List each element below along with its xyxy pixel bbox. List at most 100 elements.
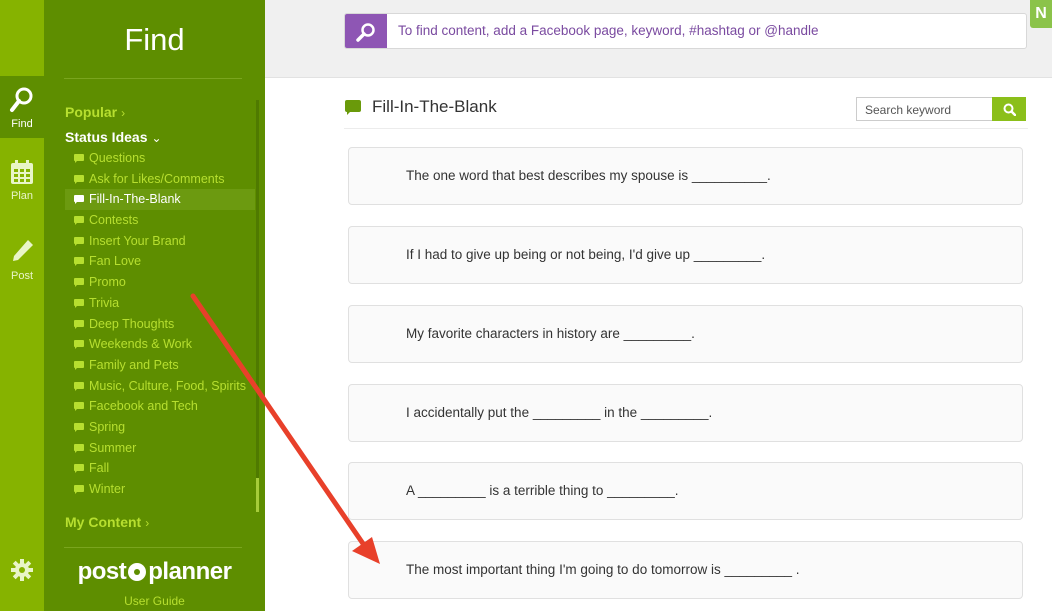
content-card[interactable]: A _________ is a terrible thing to _____… (348, 462, 1023, 520)
page-title: Fill-In-The-Blank (372, 97, 497, 116)
content-card[interactable]: The one word that best describes my spou… (348, 147, 1023, 205)
corner-tab[interactable]: N (1030, 0, 1052, 28)
speech-bubble-icon (74, 402, 84, 412)
sidebar-item-label: Family and Pets (89, 357, 179, 372)
rail-find-label: Find (11, 118, 33, 130)
sidebar-item-winter[interactable]: Winter (65, 479, 255, 500)
speech-bubble-icon (74, 257, 84, 267)
speech-bubble-icon (74, 174, 84, 184)
sidebar-divider (64, 547, 242, 548)
sidebar-item-label: Promo (89, 275, 126, 290)
sidebar-item-ask-for-likes[interactable]: Ask for Likes/Comments (65, 169, 255, 190)
speech-bubble-icon (74, 422, 84, 432)
sidebar-item-family-pets[interactable]: Family and Pets (65, 355, 255, 376)
sidebar-item-label: Weekends & Work (89, 337, 193, 352)
content-search-button[interactable] (345, 14, 387, 48)
content-search-input[interactable]: To find content, add a Facebook page, ke… (398, 23, 818, 38)
sidebar-item-promo[interactable]: Promo (65, 272, 255, 293)
sidebar-item-label: Deep Thoughts (89, 316, 175, 331)
calendar-icon (11, 160, 33, 184)
sidebar-scrollbar[interactable] (256, 100, 259, 512)
sidebar-item-insert-your-brand[interactable]: Insert Your Brand (65, 231, 255, 252)
pencil-icon (13, 240, 33, 261)
content-card[interactable]: The most important thing I'm going to do… (348, 541, 1023, 599)
sidebar-item-label: Winter (89, 482, 126, 496)
speech-bubble-icon (74, 464, 84, 474)
sidebar-title: Find (124, 22, 185, 57)
rail-plan[interactable]: Plan (0, 160, 44, 216)
logo-text-right: planner (148, 558, 232, 585)
sidebar-status-ideas[interactable]: Status Ideas ⌄ (65, 129, 162, 145)
sidebar-item-summer[interactable]: Summer (65, 438, 255, 459)
rail-settings[interactable] (0, 558, 44, 588)
sidebar-item-label: Insert Your Brand (89, 233, 186, 248)
sidebar-item-fan-love[interactable]: Fan Love (65, 251, 255, 272)
content-card-text: The most important thing I'm going to do… (406, 562, 800, 577)
sidebar-item-music-culture[interactable]: Music, Culture, Food, Spirits (65, 376, 255, 397)
sidebar-status-ideas-label: Status Ideas (65, 129, 148, 145)
status-ideas-list: Questions Ask for Likes/Comments Fill-In… (65, 148, 255, 500)
speech-bubble-icon (74, 154, 84, 163)
speech-bubble-icon (74, 360, 84, 370)
keyword-search-button[interactable] (992, 97, 1026, 121)
sidebar-item-fall[interactable]: Fall (65, 458, 255, 479)
sidebar-popular-label: Popular (65, 104, 118, 120)
content-search-box[interactable]: To find content, add a Facebook page, ke… (344, 13, 1027, 49)
content-card[interactable]: If I had to give up being or not being, … (348, 226, 1023, 284)
speech-bubble-icon (74, 298, 84, 308)
sidebar-item-label: Ask for Likes/Comments (89, 171, 225, 186)
sidebar-item-weekends-work[interactable]: Weekends & Work (65, 334, 255, 355)
speech-bubble-icon (345, 100, 361, 115)
sidebar-item-contests[interactable]: Contests (65, 210, 255, 231)
search-icon (1003, 103, 1016, 116)
content-card-text: I accidentally put the _________ in the … (406, 405, 713, 420)
sidebar-item-label: Contests (89, 213, 139, 228)
sidebar-item-questions[interactable]: Questions (65, 148, 255, 169)
sidebar-item-label: Spring (89, 419, 126, 434)
sidebar-item-trivia[interactable]: Trivia (65, 293, 255, 314)
keyword-search[interactable]: Search keyword (856, 97, 1026, 121)
content-card[interactable]: My favorite characters in history are __… (348, 305, 1023, 363)
logo-text-left: post (77, 558, 127, 585)
speech-bubble-icon (74, 195, 84, 205)
sidebar-popular[interactable]: Popular › (65, 104, 125, 120)
rail-post-label: Post (10, 270, 33, 282)
sidebar-item-label: Music, Culture, Food, Spirits (89, 378, 246, 393)
sidebar-my-content[interactable]: My Content › (65, 514, 149, 530)
chevron-right-icon: › (145, 516, 150, 530)
speech-bubble-icon (74, 443, 84, 453)
sidebar-item-label: Fill-In-The-Blank (89, 192, 181, 207)
user-guide-link[interactable]: User Guide (44, 594, 265, 608)
content-card-text: My favorite characters in history are __… (406, 326, 695, 341)
sidebar-item-spring[interactable]: Spring (65, 417, 255, 438)
sidebar-item-deep-thoughts[interactable]: Deep Thoughts (65, 314, 255, 335)
keyword-search-input[interactable]: Search keyword (865, 103, 951, 117)
chevron-right-icon: › (121, 106, 126, 120)
speech-bubble-icon (74, 340, 84, 350)
sidebar-item-label: Facebook and Tech (89, 399, 198, 414)
content-card-text: A _________ is a terrible thing to _____… (406, 483, 679, 498)
sidebar-item-label: Questions (89, 151, 146, 165)
chevron-down-icon: ⌄ (151, 131, 162, 145)
main-header: Fill-In-The-Blank Search keyword (344, 96, 1028, 129)
rail-find[interactable]: Find (0, 76, 44, 138)
rail-post[interactable]: Post (0, 238, 44, 294)
speech-bubble-icon (74, 319, 84, 329)
sidebar-item-label: Summer (89, 440, 137, 455)
search-icon (10, 87, 33, 112)
sidebar-item-fill-in-the-blank[interactable]: Fill-In-The-Blank (65, 189, 255, 211)
content-card[interactable]: I accidentally put the _________ in the … (348, 384, 1023, 442)
sidebar-item-label: Trivia (89, 295, 120, 310)
content-card-text: The one word that best describes my spou… (406, 168, 771, 183)
logo-pin-icon (128, 563, 147, 581)
top-bar: To find content, add a Facebook page, ke… (265, 0, 1052, 78)
sidebar-item-facebook-tech[interactable]: Facebook and Tech (65, 396, 255, 417)
sidebar-my-content-label: My Content (65, 514, 142, 530)
sidebar-divider (64, 78, 242, 79)
sidebar-scrollbar-thumb[interactable] (256, 478, 259, 512)
gear-icon (11, 559, 33, 581)
speech-bubble-icon (74, 485, 84, 494)
rail-plan-label: Plan (10, 190, 34, 202)
find-sidebar: Find Popular › Status Ideas ⌄ Questions As… (44, 0, 265, 611)
speech-bubble-icon (74, 278, 84, 288)
